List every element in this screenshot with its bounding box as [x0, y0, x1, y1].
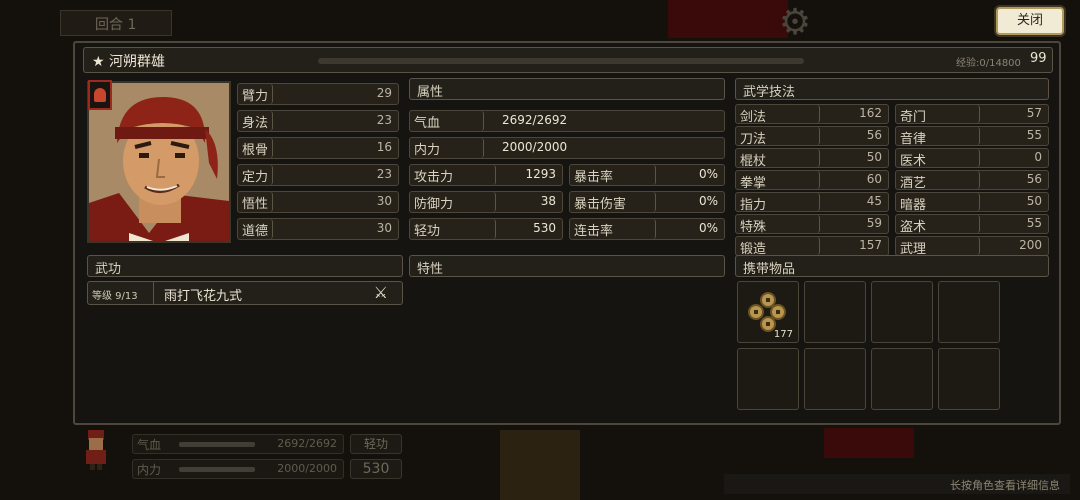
stat-attack: 攻击力 1293 — [409, 164, 563, 186]
tech-special: 特殊 59 — [735, 214, 889, 235]
attr-comprehension: 悟性 30 — [237, 191, 399, 213]
tech-fist: 拳掌 60 — [735, 170, 889, 191]
martial-skill-row[interactable]: 等级 9/13 雨打飞花九式 ⚔ — [87, 281, 403, 305]
exp-progress-bar — [318, 58, 804, 64]
tech-hidden-weapon: 暗器 50 — [895, 192, 1049, 213]
hud-avatar-sprite — [86, 430, 106, 470]
attr-strength: 臂力 29 — [237, 83, 399, 105]
stat-agility: 轻功 530 — [409, 218, 563, 240]
martial-arts-header: 武功 — [87, 255, 403, 277]
hud-agility-label: 轻功 — [350, 434, 402, 454]
tech-blade: 刀法 56 — [735, 126, 889, 147]
hint-text: 长按角色查看详细信息 — [724, 474, 1070, 494]
skill-name: 雨打飞花九式 — [164, 289, 243, 304]
tech-sword: 剑法 162 — [735, 104, 889, 125]
character-panel: ★ 河朔群雄 经验:0/14800 99 臂力 29 身法 23 根骨 16 定… — [73, 41, 1061, 425]
close-button[interactable]: 关闭 — [996, 7, 1064, 35]
inventory-slot-1[interactable]: 177 — [737, 281, 799, 343]
tech-forging: 锻造 157 — [735, 236, 889, 257]
techniques-header: 武学技法 — [735, 78, 1049, 100]
gear-icon[interactable]: ⚙ — [772, 5, 818, 41]
hud-character-avatar[interactable] — [80, 428, 112, 472]
coins-icon — [744, 290, 792, 334]
skill-level: 等级 9/13 — [88, 282, 154, 304]
tech-medicine: 医术 0 — [895, 148, 1049, 169]
traits-header: 特性 — [409, 255, 725, 277]
sword-icon: ⚔ — [373, 283, 388, 302]
tech-staff: 棍杖 50 — [735, 148, 889, 169]
tech-strange-arts: 奇门 57 — [895, 104, 1049, 125]
background-red-wall — [668, 0, 788, 38]
tech-wine: 酒艺 56 — [895, 170, 1049, 191]
background-red-wall — [824, 428, 914, 458]
tech-martial-theory: 武理 200 — [895, 236, 1049, 257]
item-count: 177 — [773, 329, 793, 340]
inventory-slot-7[interactable] — [871, 348, 933, 410]
hud-agility-value: 530 — [350, 459, 402, 479]
stat-defense: 防御力 38 — [409, 191, 563, 213]
hud-mp-bar: 内力 2000/2000 — [132, 459, 344, 479]
attr-movement: 身法 23 — [237, 110, 399, 132]
attr-morality: 道德 30 — [237, 218, 399, 240]
faction-badge-icon — [88, 80, 112, 110]
stat-crit-rate: 暴击率 0% — [569, 164, 725, 186]
inventory-slot-2[interactable] — [804, 281, 866, 343]
stat-crit-damage: 暴击伤害 0% — [569, 191, 725, 213]
inventory-slot-3[interactable] — [871, 281, 933, 343]
tech-music: 音律 55 — [895, 126, 1049, 147]
character-level: 99 — [1030, 51, 1047, 66]
attr-constitution: 根骨 16 — [237, 137, 399, 159]
character-title-bar: ★ 河朔群雄 经验:0/14800 99 — [83, 47, 1053, 73]
properties-header: 属性 — [409, 78, 725, 100]
hud-hp-bar: 气血 2692/2692 — [132, 434, 344, 454]
stat-combo-rate: 连击率 0% — [569, 218, 725, 240]
round-indicator: 回合 1 — [60, 10, 172, 36]
inventory-slot-6[interactable] — [804, 348, 866, 410]
stat-hp: 气血 2692/2692 — [409, 110, 725, 132]
stat-mp: 内力 2000/2000 — [409, 137, 725, 159]
exp-label: 经验:0/14800 — [956, 58, 1021, 69]
character-name: ★ 河朔群雄 — [92, 54, 166, 70]
background-wood-floor — [500, 430, 580, 500]
inventory-slot-4[interactable] — [938, 281, 1000, 343]
inventory-slot-8[interactable] — [938, 348, 1000, 410]
attr-focus: 定力 23 — [237, 164, 399, 186]
tech-theft: 盗术 55 — [895, 214, 1049, 235]
tech-finger: 指力 45 — [735, 192, 889, 213]
inventory-slot-5[interactable] — [737, 348, 799, 410]
inventory-header: 携带物品 — [735, 255, 1049, 277]
